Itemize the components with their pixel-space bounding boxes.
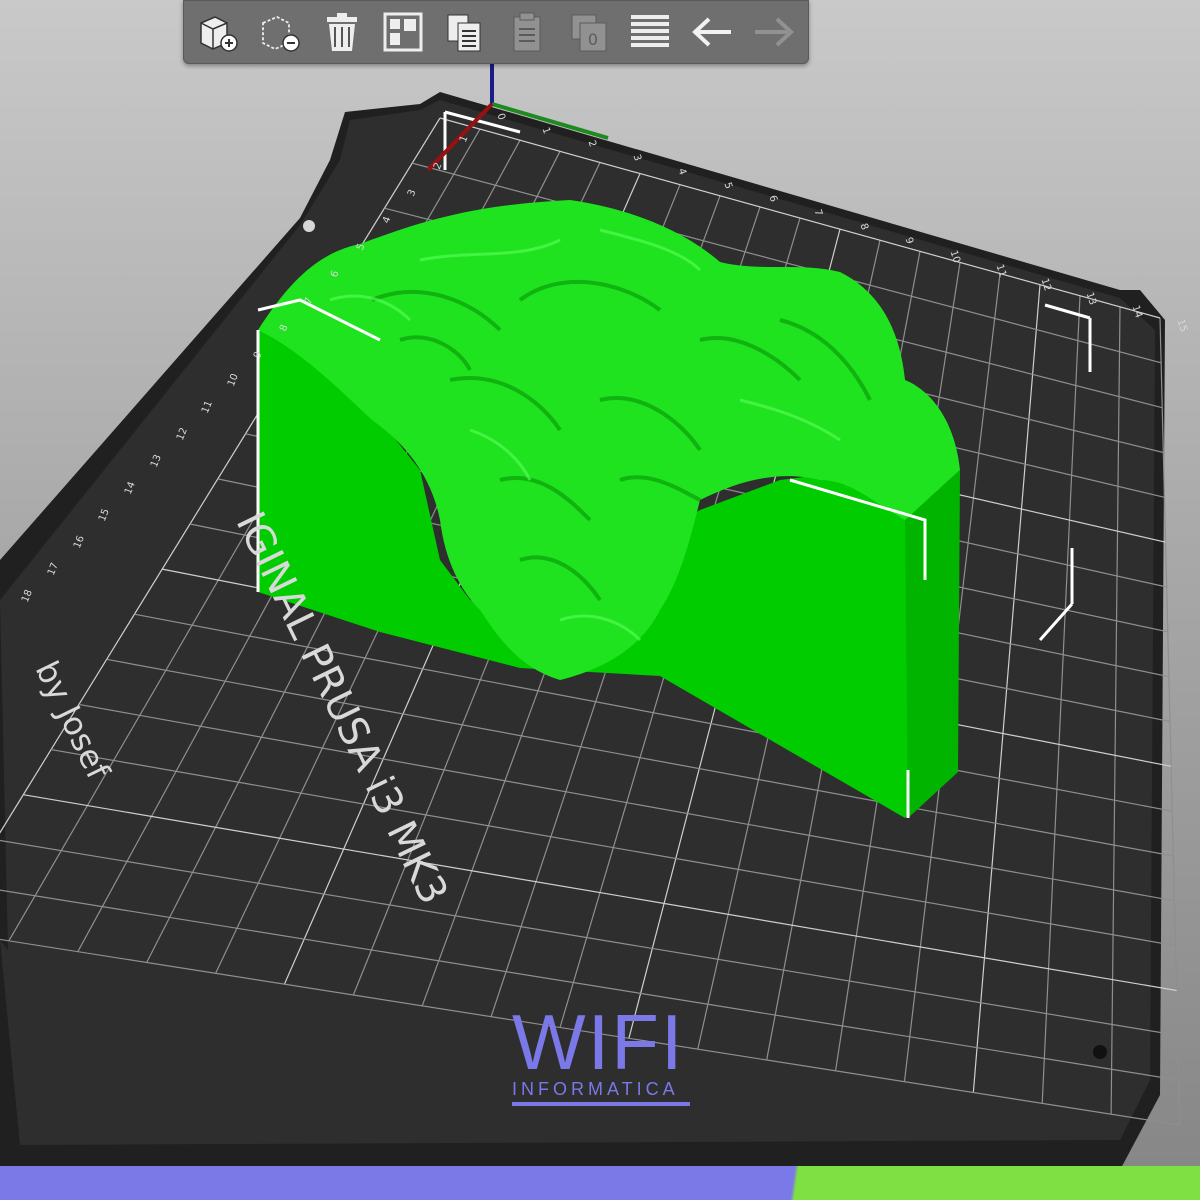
arrange-icon [383,12,423,52]
undo-arrow-icon [692,17,732,47]
remove-cube-icon [261,16,300,52]
wifi-informatica-watermark: WIFI INFORMATICA [512,1002,692,1112]
bed-mount-hole [303,220,315,232]
brand-name: WIFI [512,998,685,1086]
add-object-button[interactable] [192,6,244,58]
instance-icon: 0 [571,14,607,52]
delete-all-button[interactable] [316,6,368,58]
delete-object-button[interactable] [254,6,306,58]
add-cube-icon [200,16,238,52]
copy-icon [447,14,481,52]
arrange-button[interactable] [377,6,429,58]
brand-subtitle: INFORMATICA [512,1079,679,1099]
svg-text:0: 0 [588,30,598,49]
undo-button[interactable] [686,6,738,58]
redo-button[interactable] [748,6,800,58]
footer-color-bar [0,1166,1200,1200]
trash-icon [326,13,357,51]
redo-arrow-icon [754,17,794,47]
brand-underline [512,1102,690,1106]
paste-button[interactable] [501,6,553,58]
add-instance-button[interactable]: 0 [563,6,615,58]
variable-layer-height-button[interactable] [624,6,676,58]
layers-icon [631,15,670,47]
top-toolbar: 0 [183,0,809,64]
copy-button[interactable] [439,6,491,58]
paste-icon [513,12,541,52]
bed-mount-screw [1093,1045,1107,1059]
